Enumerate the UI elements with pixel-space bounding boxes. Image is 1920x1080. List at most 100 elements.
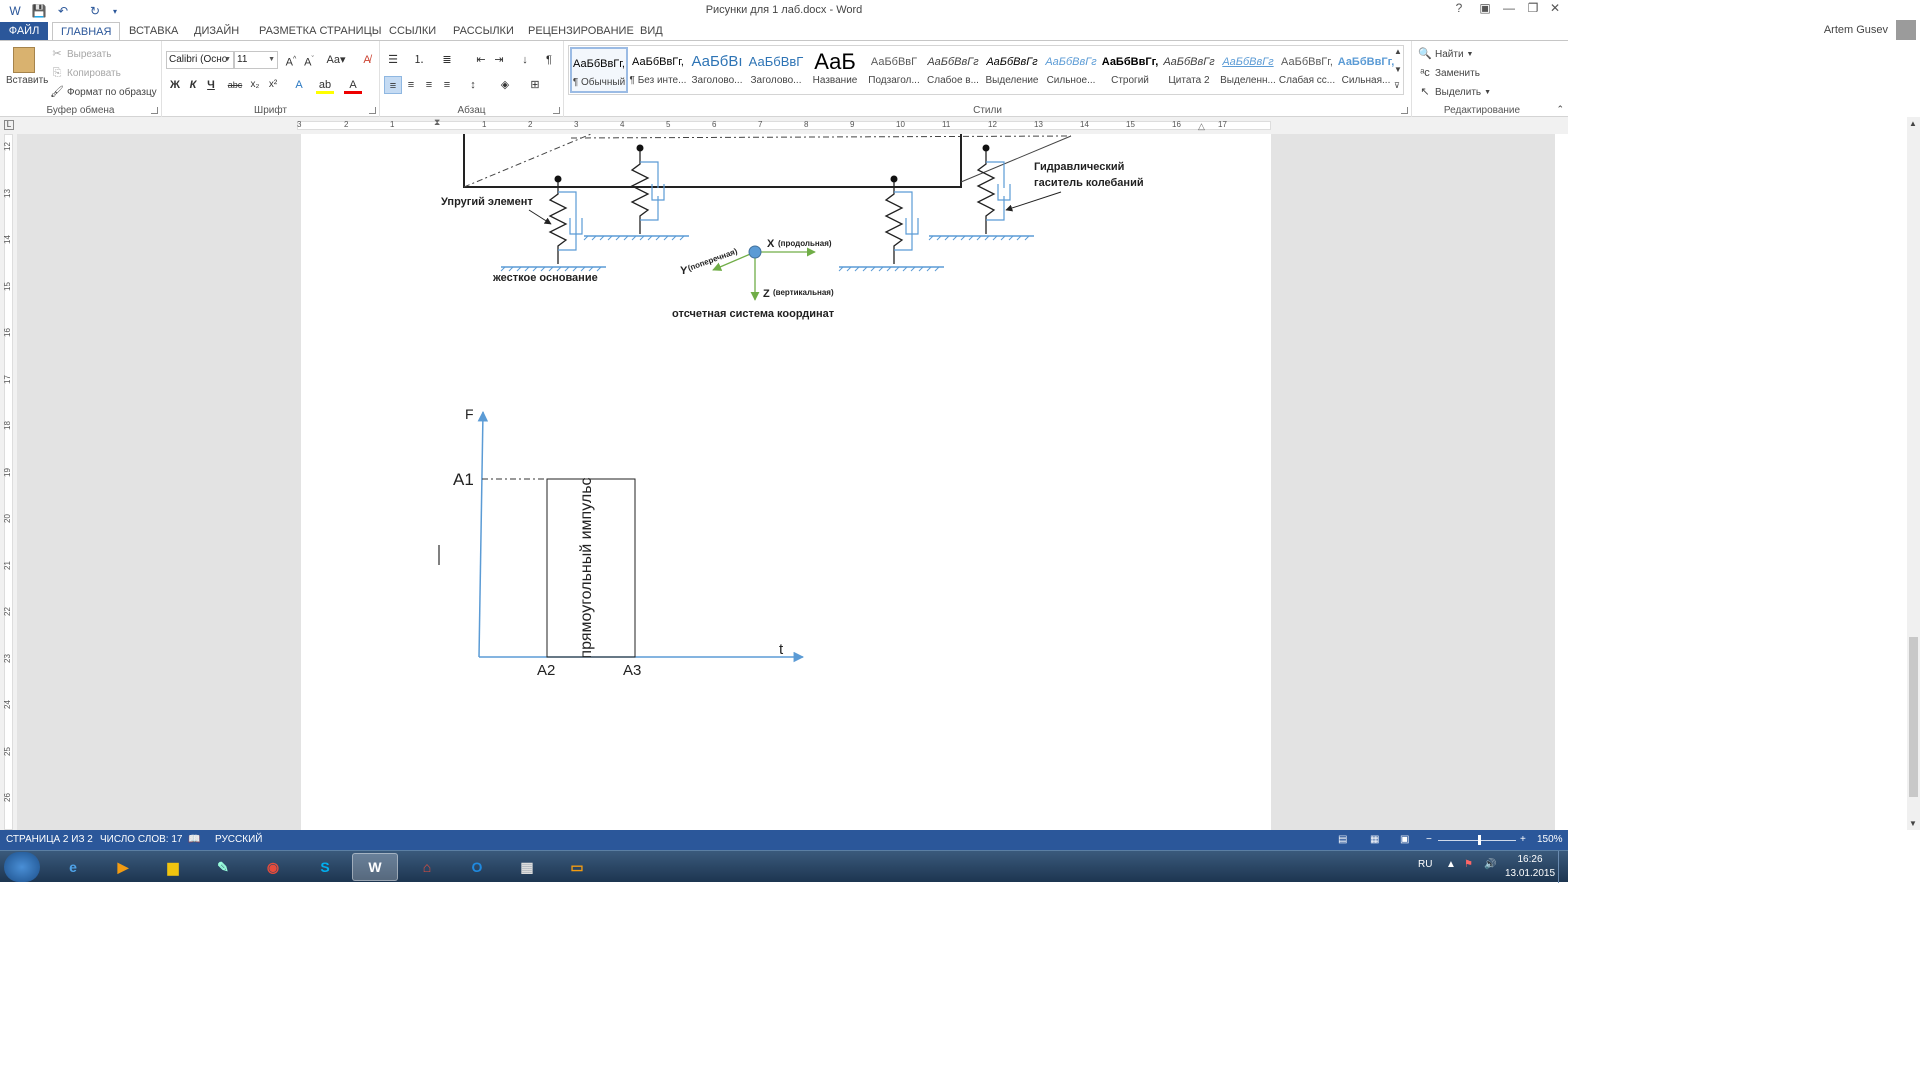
style-subtle-reference[interactable]: АаБбВвГг, Слабая сс... bbox=[1278, 47, 1336, 93]
skype-icon[interactable]: S bbox=[302, 853, 348, 881]
align-center-icon[interactable]: ≡ bbox=[402, 76, 420, 94]
align-left-icon[interactable]: ≡ bbox=[384, 76, 402, 94]
show-formatting-marks-icon[interactable]: ¶ bbox=[540, 51, 558, 69]
tab-design[interactable]: ДИЗАЙН bbox=[186, 22, 247, 40]
style-normal[interactable]: АаБбВвГг, ¶ Обычный bbox=[570, 47, 628, 93]
style-intense-emphasis[interactable]: АаБбВвГг Сильное... bbox=[1042, 47, 1100, 93]
paste-button[interactable]: Вставить bbox=[6, 45, 48, 95]
clock-date[interactable]: 13.01.2015 bbox=[1504, 868, 1556, 879]
style-subtitle[interactable]: АаБбВвГ Подзагол... bbox=[865, 47, 923, 93]
styles-more-icon[interactable]: ⊽ bbox=[1394, 81, 1400, 90]
tab-view[interactable]: ВИД bbox=[632, 22, 671, 40]
style-heading-1[interactable]: АаБбВı Заголово... bbox=[688, 47, 746, 93]
vertical-scrollbar[interactable]: ▲ ▼ bbox=[1907, 117, 1920, 830]
tab-layout[interactable]: РАЗМЕТКА СТРАНИЦЫ bbox=[251, 22, 389, 40]
document-page[interactable]: Упругий элемент жесткое основание Гидрав… bbox=[301, 134, 1271, 830]
borders-icon[interactable]: ⊞ bbox=[526, 76, 544, 94]
style-heading-2[interactable]: АаБбВвГ Заголово... bbox=[747, 47, 805, 93]
strikethrough-button[interactable]: abc bbox=[226, 76, 244, 94]
highlight-icon[interactable]: ab bbox=[316, 76, 334, 94]
zoom-in-icon[interactable]: + bbox=[1520, 834, 1526, 845]
clock-time[interactable]: 16:26 bbox=[1510, 854, 1550, 865]
subscript-button[interactable]: x₂ bbox=[246, 76, 264, 94]
tab-references[interactable]: ССЫЛКИ bbox=[381, 22, 444, 40]
select-button[interactable]: ↖ Выделить ▼ bbox=[1418, 85, 1491, 99]
replace-button[interactable]: ᵃc Заменить bbox=[1418, 66, 1480, 80]
avatar[interactable] bbox=[1896, 20, 1916, 40]
style-intense-quote[interactable]: АаБбВвГг Выделенн... bbox=[1219, 47, 1277, 93]
find-button[interactable]: 🔍 Найти ▼ bbox=[1418, 47, 1473, 61]
collapse-ribbon-icon[interactable]: ⌃ bbox=[1556, 104, 1564, 115]
page-count[interactable]: СТРАНИЦА 2 ИЗ 2 bbox=[6, 834, 93, 845]
keyboard-language[interactable]: RU bbox=[1418, 859, 1432, 870]
clipboard-launcher[interactable] bbox=[151, 107, 158, 114]
help-button[interactable]: ? bbox=[1448, 1, 1470, 19]
bold-button[interactable]: Ж bbox=[166, 76, 184, 94]
copy-button[interactable]: ⎘ Копировать bbox=[50, 66, 121, 80]
zoom-slider-thumb[interactable] bbox=[1478, 835, 1481, 845]
file-explorer-icon[interactable]: ▆ bbox=[150, 853, 196, 881]
style-intense-reference[interactable]: АаБбВвГг, Сильная... bbox=[1337, 47, 1395, 93]
font-name-combo[interactable]: Calibri (Осно ▼ bbox=[166, 51, 234, 69]
minimize-button[interactable]: — bbox=[1498, 1, 1520, 19]
read-mode-icon[interactable]: ▤ bbox=[1338, 834, 1347, 845]
start-button[interactable] bbox=[4, 852, 40, 882]
document-area[interactable]: Упругий элемент жесткое основание Гидрав… bbox=[17, 134, 1555, 830]
tab-home[interactable]: ГЛАВНАЯ bbox=[52, 22, 121, 40]
tab-review[interactable]: РЕЦЕНЗИРОВАНИЕ bbox=[520, 22, 642, 40]
show-desktop-button[interactable] bbox=[1558, 851, 1568, 883]
user-name[interactable]: Artem Gusev bbox=[1824, 24, 1888, 36]
language-indicator[interactable]: РУССКИЙ bbox=[215, 834, 262, 845]
styles-launcher[interactable] bbox=[1401, 107, 1408, 114]
superscript-button[interactable]: x² bbox=[264, 76, 282, 94]
justify-icon[interactable]: ≡ bbox=[438, 76, 456, 94]
style-title[interactable]: АаБ Название bbox=[806, 47, 864, 93]
close-button[interactable]: ✕ bbox=[1544, 1, 1566, 19]
zoom-slider-track[interactable] bbox=[1438, 840, 1516, 841]
acrobat-icon[interactable]: ⌂ bbox=[404, 853, 450, 881]
proofing-icon[interactable]: 📖 bbox=[188, 834, 200, 845]
horizontal-ruler[interactable]: L 3 2 1 1 2 3 4 5 6 7 8 9 10 11 12 13 14 15 16 17 ⧗ △ bbox=[0, 117, 1568, 134]
styles-scroll-down-icon[interactable]: ▼ bbox=[1394, 65, 1402, 74]
tab-selector-icon[interactable]: L bbox=[4, 120, 14, 130]
action-center-icon[interactable]: ⚑ bbox=[1464, 859, 1473, 870]
scroll-down-icon[interactable]: ▼ bbox=[1909, 819, 1917, 828]
font-size-combo[interactable]: 11 ▼ bbox=[234, 51, 278, 69]
style-strong[interactable]: АаБбВвГг, Строгий bbox=[1101, 47, 1159, 93]
outlook-icon[interactable]: O bbox=[454, 853, 500, 881]
zoom-out-icon[interactable]: − bbox=[1426, 834, 1432, 845]
underline-button[interactable]: Ч bbox=[202, 76, 220, 94]
word-count[interactable]: ЧИСЛО СЛОВ: 17 bbox=[100, 834, 182, 845]
bullets-icon[interactable]: ☰ bbox=[384, 51, 402, 69]
media-player-icon[interactable]: ▶ bbox=[100, 853, 146, 881]
clear-formatting-icon[interactable]: A̸ bbox=[358, 51, 376, 69]
italic-button[interactable]: К bbox=[184, 76, 202, 94]
volume-icon[interactable]: 🔊 bbox=[1484, 859, 1496, 870]
font-launcher[interactable] bbox=[369, 107, 376, 114]
style-no-spacing[interactable]: АаБбВвГг, ¶ Без инте... bbox=[629, 47, 687, 93]
tab-mailings[interactable]: РАССЫЛКИ bbox=[445, 22, 522, 40]
sort-icon[interactable]: ↓ bbox=[516, 51, 534, 69]
style-quote[interactable]: АаБбВвГг Цитата 2 bbox=[1160, 47, 1218, 93]
align-right-icon[interactable]: ≡ bbox=[420, 76, 438, 94]
multilevel-list-icon[interactable]: ≣ bbox=[438, 51, 456, 69]
line-spacing-icon[interactable]: ↕ bbox=[464, 76, 482, 94]
print-layout-icon[interactable]: ▦ bbox=[1370, 834, 1379, 845]
right-indent-marker-icon[interactable]: △ bbox=[1198, 121, 1205, 132]
indent-marker-icon[interactable]: ⧗ bbox=[434, 117, 440, 128]
vertical-ruler[interactable]: 12 13 14 15 16 17 18 19 20 21 22 23 24 25 26 bbox=[0, 134, 17, 830]
cut-button[interactable]: ✂ Вырезать bbox=[50, 47, 111, 61]
calculator-icon[interactable]: ▦ bbox=[504, 853, 550, 881]
change-case-icon[interactable]: Aa▾ bbox=[324, 51, 348, 69]
numbering-icon[interactable]: ⒈ bbox=[410, 51, 428, 69]
shrink-font-icon[interactable]: Aˇ bbox=[300, 51, 318, 69]
scroll-up-icon[interactable]: ▲ bbox=[1909, 119, 1917, 128]
style-emphasis[interactable]: АаБбВвГг Выделение bbox=[983, 47, 1041, 93]
paint-icon[interactable]: ✎ bbox=[200, 853, 246, 881]
ribbon-display-options-icon[interactable]: ▣ bbox=[1474, 1, 1496, 19]
restore-button[interactable]: ❐ bbox=[1522, 1, 1544, 19]
web-layout-icon[interactable]: ▣ bbox=[1400, 834, 1409, 845]
paragraph-launcher[interactable] bbox=[553, 107, 560, 114]
internet-explorer-icon[interactable]: e bbox=[50, 853, 96, 881]
style-subtle-emphasis[interactable]: АаБбВвГг Слабое в... bbox=[924, 47, 982, 93]
